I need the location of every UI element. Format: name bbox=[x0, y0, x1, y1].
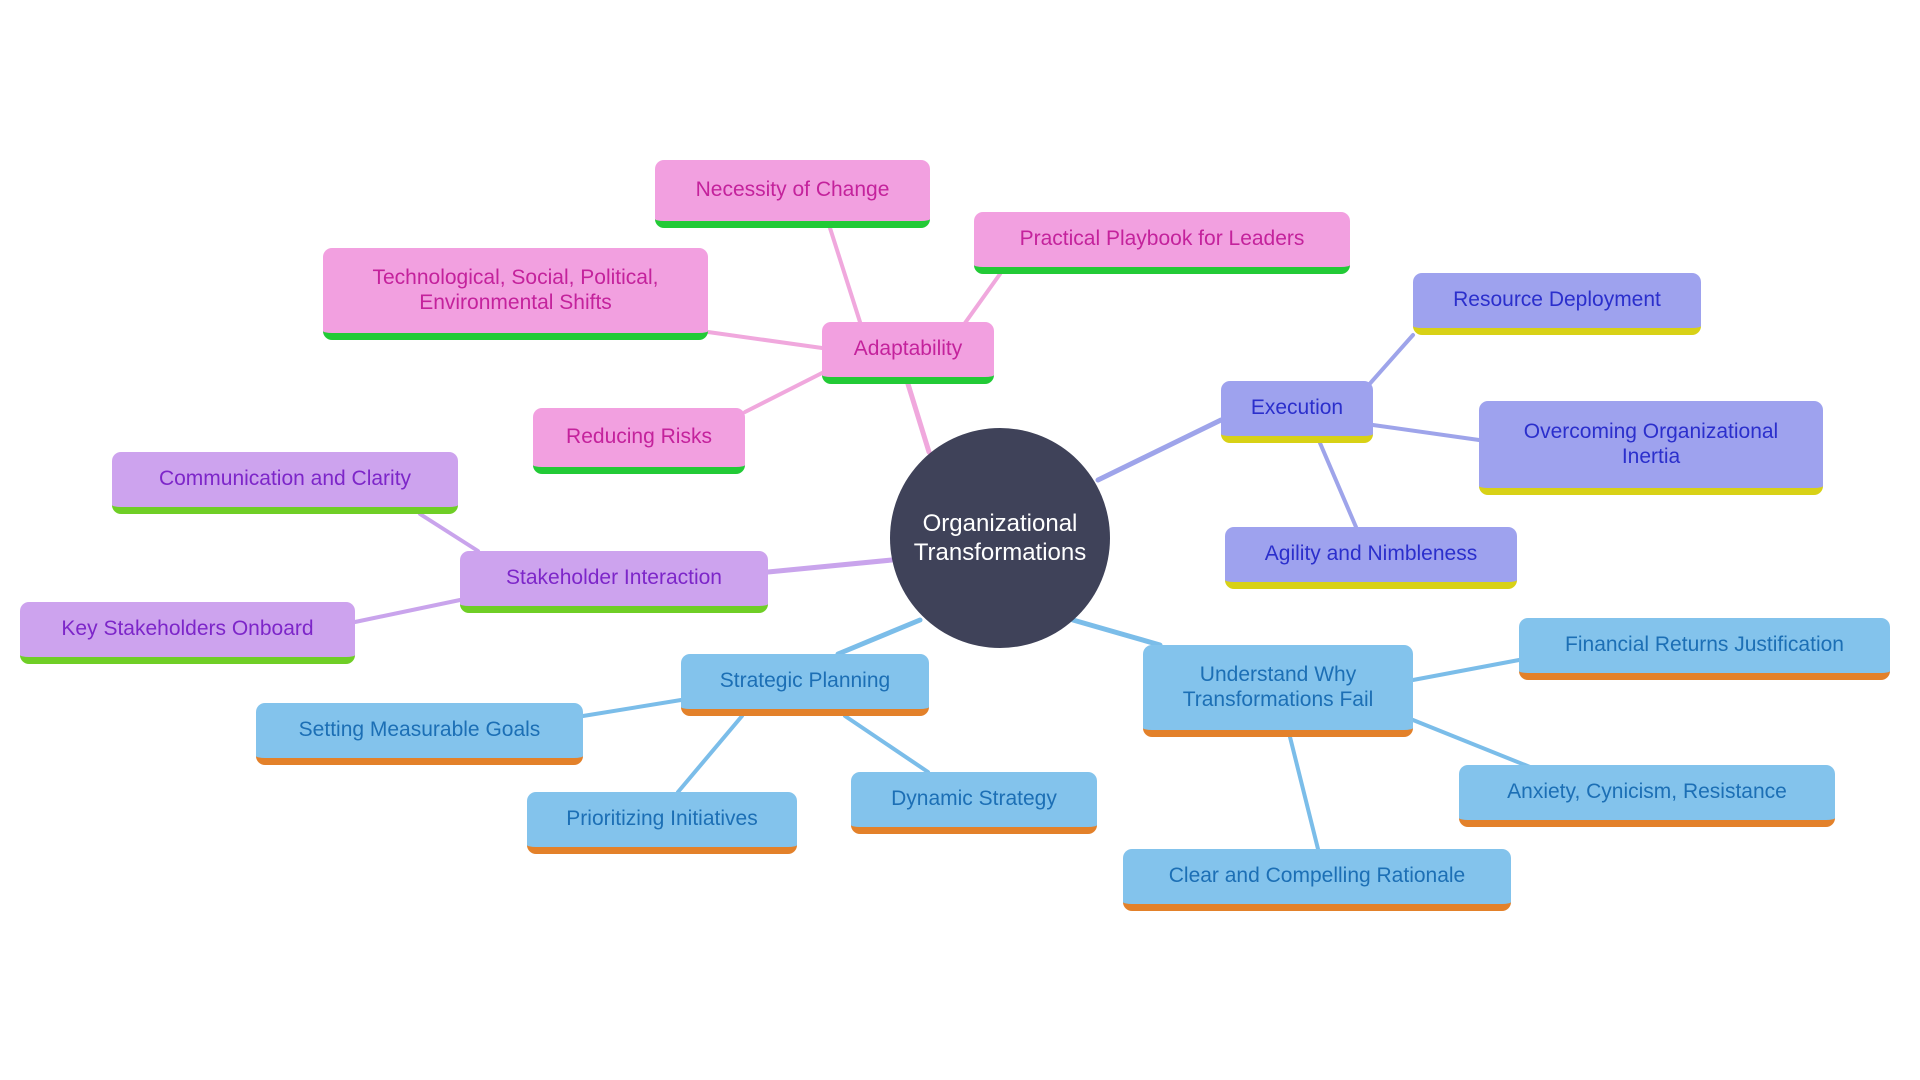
node-label: Resource Deployment bbox=[1453, 288, 1661, 312]
connector-strategic-planning-to-p-goals bbox=[581, 698, 683, 718]
connector-understand-why-to-u-rationale bbox=[1288, 735, 1320, 851]
connector-root-to-stakeholder-interaction bbox=[765, 557, 895, 575]
node-label: Strategic Planning bbox=[719, 669, 891, 693]
connector-adaptability-to-a-shifts bbox=[706, 330, 824, 350]
leaf-node-practical-playbook-for-leaders[interactable]: Practical Playbook for Leaders bbox=[974, 212, 1350, 274]
mindmap-canvas: Adaptability Necessity of Change Practical… bbox=[0, 0, 1920, 1080]
branch-node-execution[interactable]: Execution bbox=[1221, 381, 1373, 443]
leaf-node-key-stakeholders-onboard[interactable]: Key Stakeholders Onboard bbox=[20, 602, 355, 664]
leaf-node-dynamic-strategy[interactable]: Dynamic Strategy bbox=[851, 772, 1097, 834]
connector-stakeholder-interaction-to-s-key bbox=[353, 598, 462, 624]
connector-root-to-execution bbox=[1095, 417, 1224, 483]
branch-node-strategic-planning[interactable]: Strategic Planning bbox=[681, 654, 929, 716]
leaf-node-setting-measurable-goals[interactable]: Setting Measurable Goals bbox=[256, 703, 583, 765]
connector-root-to-understand-why bbox=[1070, 617, 1163, 648]
leaf-node-anxiety-cynicism-resistance[interactable]: Anxiety, Cynicism, Resistance bbox=[1459, 765, 1835, 827]
node-label: Agility and Nimbleness bbox=[1264, 542, 1478, 566]
branch-node-understand-why-transformations-fail[interactable]: Understand Why Transformations Fail bbox=[1143, 645, 1413, 737]
node-label: Execution bbox=[1250, 396, 1344, 420]
node-label: Adaptability bbox=[853, 337, 963, 361]
leaf-node-overcoming-organizational-inertia[interactable]: Overcoming Organizational Inertia bbox=[1479, 401, 1823, 495]
connector-understand-why-to-u-anxiety bbox=[1411, 718, 1532, 769]
leaf-node-resource-deployment[interactable]: Resource Deployment bbox=[1413, 273, 1701, 335]
connector-execution-to-e-inertia bbox=[1371, 423, 1481, 442]
central-node-organizational-transformations[interactable]: Organizational Transformations bbox=[890, 428, 1110, 648]
node-label: Prioritizing Initiatives bbox=[566, 807, 758, 831]
connector-root-to-strategic-planning bbox=[835, 617, 923, 657]
node-label: Anxiety, Cynicism, Resistance bbox=[1507, 780, 1787, 804]
node-label: Communication and Clarity bbox=[158, 467, 412, 491]
leaf-node-communication-and-clarity[interactable]: Communication and Clarity bbox=[112, 452, 458, 514]
node-label: Reducing Risks bbox=[566, 425, 712, 449]
connector-root-to-adaptability bbox=[905, 381, 932, 455]
node-label: Necessity of Change bbox=[695, 178, 890, 202]
node-label: Setting Measurable Goals bbox=[298, 718, 541, 742]
leaf-node-prioritizing-initiatives[interactable]: Prioritizing Initiatives bbox=[527, 792, 797, 854]
connector-execution-to-e-resource bbox=[1364, 333, 1415, 390]
central-node-label: Organizational Transformations bbox=[913, 509, 1087, 566]
node-label: Practical Playbook for Leaders bbox=[1019, 227, 1305, 251]
node-label: Clear and Compelling Rationale bbox=[1168, 864, 1466, 888]
leaf-node-necessity-of-change[interactable]: Necessity of Change bbox=[655, 160, 930, 228]
leaf-node-financial-returns-justification[interactable]: Financial Returns Justification bbox=[1519, 618, 1890, 680]
leaf-node-clear-and-compelling-rationale[interactable]: Clear and Compelling Rationale bbox=[1123, 849, 1511, 911]
connector-adaptability-to-a-necessity bbox=[828, 226, 862, 324]
node-label: Financial Returns Justification bbox=[1565, 633, 1844, 657]
connector-execution-to-e-agility bbox=[1318, 441, 1358, 529]
node-label: Technological, Social, Political, Enviro… bbox=[372, 265, 659, 314]
connector-understand-why-to-u-financial bbox=[1411, 658, 1521, 682]
branch-node-stakeholder-interaction[interactable]: Stakeholder Interaction bbox=[460, 551, 768, 613]
node-label: Key Stakeholders Onboard bbox=[61, 617, 314, 641]
node-label: Overcoming Organizational Inertia bbox=[1523, 419, 1779, 468]
leaf-node-agility-and-nimbleness[interactable]: Agility and Nimbleness bbox=[1225, 527, 1517, 589]
connector-stakeholder-interaction-to-s-comm bbox=[418, 512, 480, 553]
node-label: Stakeholder Interaction bbox=[506, 566, 722, 590]
branch-node-adaptability[interactable]: Adaptability bbox=[822, 322, 994, 384]
node-label: Dynamic Strategy bbox=[891, 787, 1057, 811]
connector-strategic-planning-to-p-dynamic bbox=[843, 714, 930, 774]
node-label: Understand Why Transformations Fail bbox=[1182, 662, 1374, 711]
connector-strategic-planning-to-p-priority bbox=[676, 714, 744, 794]
leaf-node-reducing-risks[interactable]: Reducing Risks bbox=[533, 408, 745, 474]
leaf-node-technological-social-political-environmental-shi[interactable]: Technological, Social, Political, Enviro… bbox=[323, 248, 708, 340]
connector-adaptability-to-a-risks bbox=[743, 370, 826, 414]
